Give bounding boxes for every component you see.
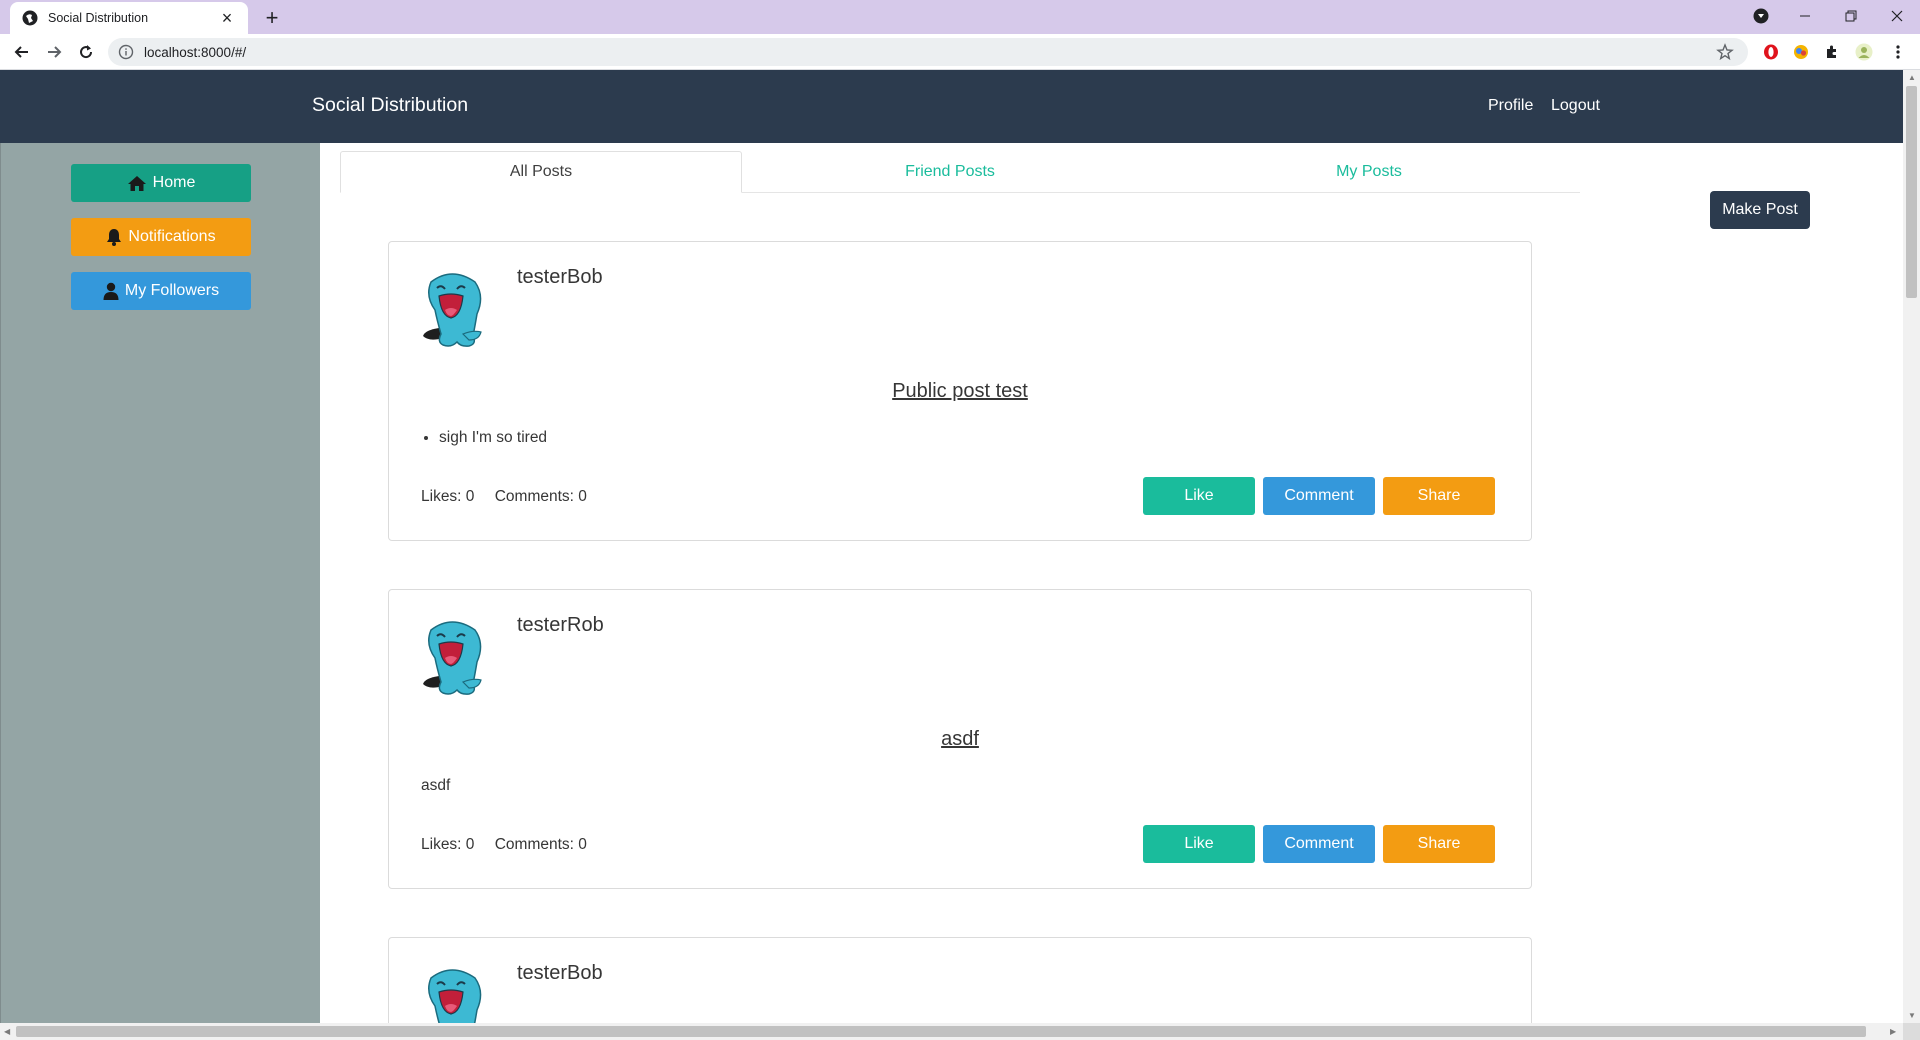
extensions-icon[interactable]: [1823, 43, 1841, 61]
browser-tab[interactable]: Social Distribution ×: [10, 2, 248, 34]
browser-toolbar: localhost:8000/#/: [0, 34, 1920, 70]
close-window-icon[interactable]: [1874, 2, 1920, 30]
globe-icon: [22, 10, 38, 26]
brand-title[interactable]: Social Distribution: [312, 94, 468, 117]
plus-icon[interactable]: +: [258, 4, 286, 32]
post-author[interactable]: testerBob: [517, 266, 603, 289]
comments-count: Comments: 0: [494, 836, 587, 853]
post-counts: Likes: 0 Comments: 0: [421, 836, 587, 854]
notifications-button-label: Notifications: [128, 228, 216, 245]
my-followers-button-label: My Followers: [124, 282, 220, 299]
post-content: sigh I'm so tired: [421, 429, 547, 447]
post-counts: Likes: 0 Comments: 0: [421, 488, 587, 506]
post-author[interactable]: testerBob: [517, 962, 603, 985]
tab-title: Social Distribution: [48, 11, 149, 25]
logout-link[interactable]: Logout: [1551, 97, 1600, 115]
home-button[interactable]: Home: [71, 164, 251, 202]
profile-link[interactable]: Profile: [1488, 97, 1533, 115]
scroll-left-icon[interactable]: ◀: [4, 1027, 10, 1037]
home-button-label: Home: [152, 174, 196, 191]
more-icon[interactable]: [1889, 43, 1907, 61]
opera-extension-icon[interactable]: [1762, 43, 1780, 61]
post-tabs: All Posts Friend Posts My Posts: [340, 151, 1580, 193]
url-text: localhost:8000/#/: [144, 44, 247, 60]
user-icon: [103, 282, 119, 300]
scrollbar-corner: [1903, 1023, 1920, 1040]
avatar: [422, 969, 482, 1023]
likes-count: Likes: 0: [421, 488, 475, 505]
close-icon[interactable]: ×: [218, 9, 236, 27]
sidebar: Home Notifications My Followers: [0, 143, 320, 1023]
profile-icon[interactable]: [1855, 43, 1873, 61]
notifications-button[interactable]: Notifications: [71, 218, 251, 256]
app-navbar: Social Distribution Profile Logout: [0, 70, 1903, 143]
comments-count: Comments: 0: [494, 488, 587, 505]
back-icon[interactable]: [9, 39, 35, 65]
home-icon: [127, 175, 146, 191]
share-button[interactable]: Share: [1383, 825, 1495, 863]
horizontal-scrollbar[interactable]: ◀ ▶: [0, 1023, 1903, 1040]
post-content: asdf: [421, 777, 451, 794]
tab-my-posts[interactable]: My Posts: [1158, 151, 1580, 193]
comment-button[interactable]: Comment: [1263, 825, 1375, 863]
browser-tabstrip: Social Distribution × +: [0, 0, 1920, 34]
address-bar[interactable]: localhost:8000/#/: [108, 38, 1748, 66]
make-post-button[interactable]: Make Post: [1710, 191, 1810, 229]
info-icon[interactable]: [118, 44, 134, 60]
bell-icon: [107, 229, 122, 246]
post-title[interactable]: asdf: [389, 728, 1531, 751]
scroll-down-icon[interactable]: ▼: [1908, 1011, 1916, 1021]
post-title[interactable]: Public post test: [389, 380, 1531, 403]
my-followers-button[interactable]: My Followers: [71, 272, 251, 310]
post-card: testerRob asdf asdf Likes: 0 Comments: 0…: [388, 589, 1532, 889]
restore-icon[interactable]: [1828, 2, 1874, 30]
forward-icon[interactable]: [41, 39, 67, 65]
vertical-scroll-thumb[interactable]: [1906, 86, 1917, 298]
share-button[interactable]: Share: [1383, 477, 1495, 515]
tab-friend-posts[interactable]: Friend Posts: [742, 151, 1158, 193]
minimize-icon[interactable]: [1782, 2, 1828, 30]
comment-button[interactable]: Comment: [1263, 477, 1375, 515]
horizontal-scroll-thumb[interactable]: [16, 1026, 1866, 1037]
post-card: testerBob Public post test sigh I'm so t…: [388, 241, 1532, 541]
post-content-item: sigh I'm so tired: [439, 429, 547, 447]
scroll-up-icon[interactable]: ▲: [1908, 73, 1916, 83]
avatar: [422, 273, 482, 348]
like-button[interactable]: Like: [1143, 477, 1255, 515]
likes-count: Likes: 0: [421, 836, 475, 853]
avatar: [422, 621, 482, 696]
post-card: testerBob: [388, 937, 1532, 1023]
scroll-right-icon[interactable]: ▶: [1890, 1027, 1896, 1037]
vertical-scrollbar[interactable]: ▲ ▼: [1903, 70, 1920, 1023]
profile-menu-icon[interactable]: [1738, 2, 1784, 30]
star-icon[interactable]: [1716, 43, 1734, 61]
post-author[interactable]: testerRob: [517, 614, 604, 637]
colorful-extension-icon[interactable]: [1792, 43, 1810, 61]
reload-icon[interactable]: [73, 39, 99, 65]
like-button[interactable]: Like: [1143, 825, 1255, 863]
tab-all-posts[interactable]: All Posts: [340, 151, 742, 193]
